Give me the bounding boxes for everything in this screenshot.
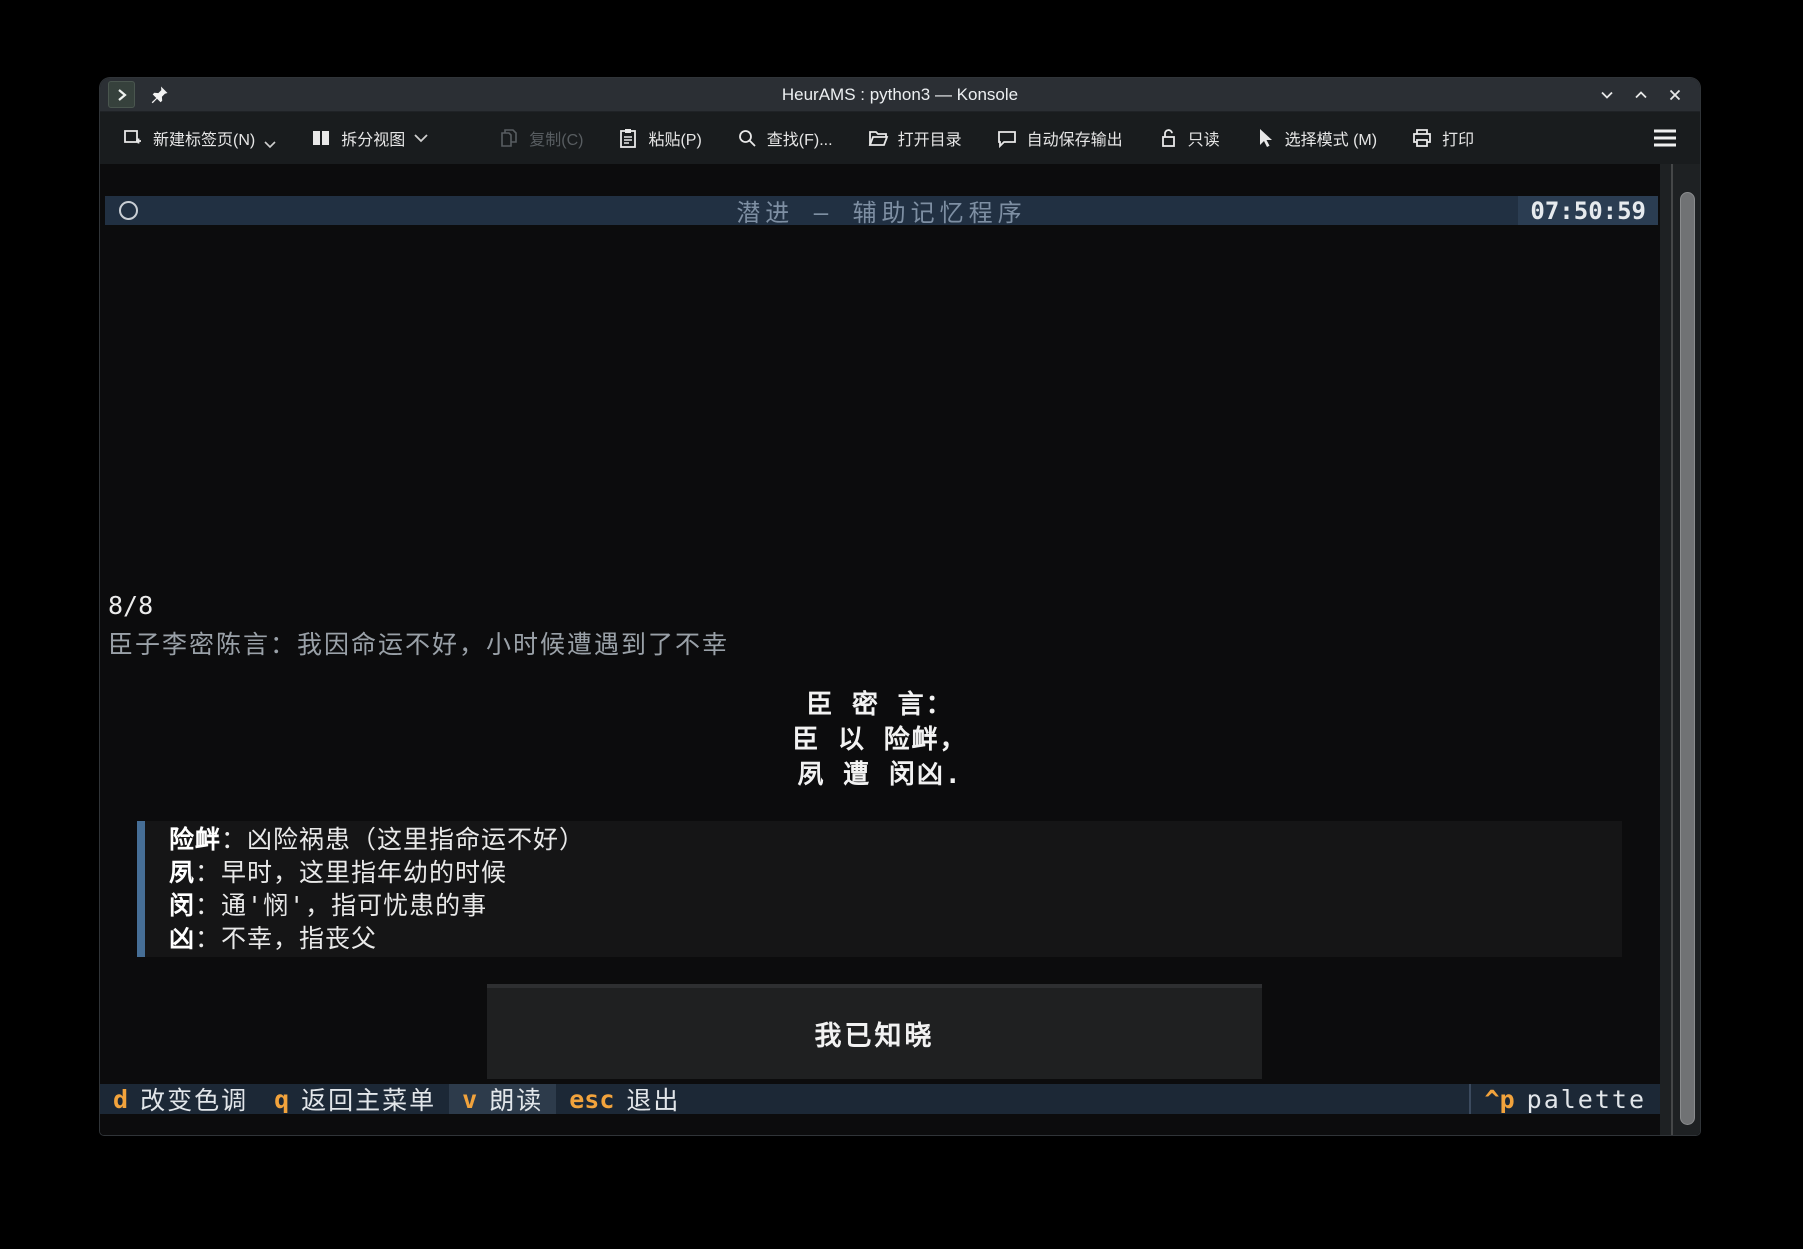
key-label: 返回主菜单 (301, 1081, 436, 1117)
tui-app: 潜进 – 辅助记忆程序 07:50:59 8/8 臣子李密陈言：我因命运不好，小… (100, 164, 1660, 1135)
key-binding: d (113, 1085, 128, 1114)
window-title: HeurAMS : python3 — Konsole (100, 85, 1700, 105)
tui-header: 潜进 – 辅助记忆程序 07:50:59 (105, 196, 1658, 225)
annotation-text: ：早时，这里指年幼的时候 (195, 858, 507, 887)
find-label: 查找(F)... (767, 126, 833, 150)
find-button[interactable]: 查找(F)... (736, 126, 833, 150)
close-button[interactable] (1662, 82, 1688, 108)
key-binding: ^p (1485, 1085, 1515, 1114)
key-label: palette (1527, 1085, 1646, 1114)
split-view-button[interactable]: 拆分视图 (310, 126, 428, 150)
open-directory-button[interactable]: 打开目录 (867, 126, 962, 150)
select-mode-label: 选择模式 (M) (1285, 126, 1377, 150)
konsole-window: HeurAMS : python3 — Konsole 新建标签页(N) (100, 78, 1700, 1135)
annotation-text: ：通'悯'，指可忧患的事 (195, 891, 487, 920)
new-tab-button[interactable]: 新建标签页(N) (122, 126, 276, 150)
annotation-term: 夙 (169, 858, 195, 887)
toolbar: 新建标签页(N) 拆分视图 复制(C) 粘贴(P) (100, 112, 1700, 164)
maximize-button[interactable] (1628, 82, 1654, 108)
open-directory-label: 打开目录 (898, 126, 962, 150)
annotation-text: ：凶险祸患（这里指命运不好） (221, 825, 585, 854)
progress-counter: 8/8 (108, 591, 153, 620)
autosave-output-button[interactable]: 自动保存输出 (996, 126, 1123, 150)
annotation-term: 险衅 (169, 825, 221, 854)
key-binding: esc (569, 1085, 614, 1114)
terminal-viewport: 潜进 – 辅助记忆程序 07:50:59 8/8 臣子李密陈言：我因命运不好，小… (100, 164, 1700, 1135)
new-tab-label: 新建标签页(N) (153, 126, 255, 150)
chevron-down-icon (264, 141, 276, 149)
copy-label: 复制(C) (529, 126, 583, 150)
lock-open-icon (1157, 127, 1179, 149)
key-binding: q (274, 1085, 289, 1114)
tab-new-icon (122, 127, 144, 149)
read-only-button[interactable]: 只读 (1157, 126, 1220, 150)
printer-icon (1411, 127, 1433, 149)
select-mode-button[interactable]: 选择模式 (M) (1254, 126, 1377, 150)
minimize-button[interactable] (1594, 82, 1620, 108)
title-bar: HeurAMS : python3 — Konsole (100, 78, 1700, 112)
chevron-down-icon (414, 134, 428, 143)
annotation-box: 险衅：凶险祸患（这里指命运不好） 夙：早时，这里指年幼的时候 闵：通'悯'，指可… (137, 821, 1622, 957)
autosave-output-label: 自动保存输出 (1027, 126, 1123, 150)
annotation-line: 闵：通'悯'，指可忧患的事 (169, 889, 1622, 922)
annotation-line: 凶：不幸，指丧父 (169, 922, 1622, 955)
paste-icon (617, 127, 639, 149)
folder-open-icon (867, 127, 889, 149)
speech-bubble-icon (996, 127, 1018, 149)
split-view-icon (310, 127, 332, 149)
annotation-term: 凶 (169, 924, 195, 953)
pin-icon[interactable] (149, 85, 169, 105)
search-icon (736, 127, 758, 149)
acknowledge-button[interactable]: 我已知晓 (487, 984, 1262, 1079)
key-label: 朗读 (489, 1081, 543, 1117)
verse-line: 夙 遭 闵凶. (100, 758, 1660, 793)
footer-key-change-theme[interactable]: d 改变色调 (100, 1084, 261, 1114)
verse-block: 臣 密 言： 臣 以 险衅， 夙 遭 闵凶. (100, 688, 1660, 793)
hamburger-menu-icon (1652, 128, 1678, 148)
footer-key-read-aloud[interactable]: v 朗读 (449, 1084, 556, 1114)
copy-button: 复制(C) (498, 126, 583, 150)
terminal-app-icon (108, 81, 135, 108)
translation-line: 臣子李密陈言：我因命运不好，小时候遭遇到了不幸 (108, 625, 729, 661)
annotation-line: 夙：早时，这里指年幼的时候 (169, 856, 1622, 889)
annotation-text: ：不幸，指丧父 (195, 924, 377, 953)
scrollbar-divider (1671, 164, 1673, 1135)
tui-app-title: 潜进 – 辅助记忆程序 (105, 193, 1658, 228)
paste-button[interactable]: 粘贴(P) (617, 126, 701, 150)
footer-key-main-menu[interactable]: q 返回主菜单 (261, 1084, 449, 1114)
annotation-term: 闵 (169, 891, 195, 920)
cursor-arrow-icon (1254, 127, 1276, 149)
verse-line: 臣 密 言： (100, 688, 1660, 723)
scrollbar-track[interactable] (1660, 164, 1700, 1135)
footer-divider (1469, 1084, 1471, 1114)
verse-line: 臣 以 险衅， (100, 723, 1660, 758)
print-button[interactable]: 打印 (1411, 126, 1474, 150)
key-label: 退出 (626, 1081, 680, 1117)
split-view-label: 拆分视图 (341, 126, 405, 150)
footer-key-palette[interactable]: ^p palette (1485, 1085, 1660, 1114)
print-label: 打印 (1442, 126, 1474, 150)
footer-key-exit[interactable]: esc 退出 (556, 1084, 693, 1114)
key-label: 改变色调 (140, 1081, 248, 1117)
clock: 07:50:59 (1518, 196, 1658, 225)
paste-label: 粘贴(P) (648, 126, 701, 150)
hamburger-menu-button[interactable] (1652, 128, 1678, 148)
tui-footer: d 改变色调 q 返回主菜单 v 朗读 esc 退出 ^p (100, 1084, 1660, 1114)
annotation-line: 险衅：凶险祸患（这里指命运不好） (169, 823, 1622, 856)
read-only-label: 只读 (1188, 126, 1220, 150)
copy-icon (498, 127, 520, 149)
key-binding: v (462, 1085, 477, 1114)
scrollbar-thumb[interactable] (1680, 192, 1695, 1125)
